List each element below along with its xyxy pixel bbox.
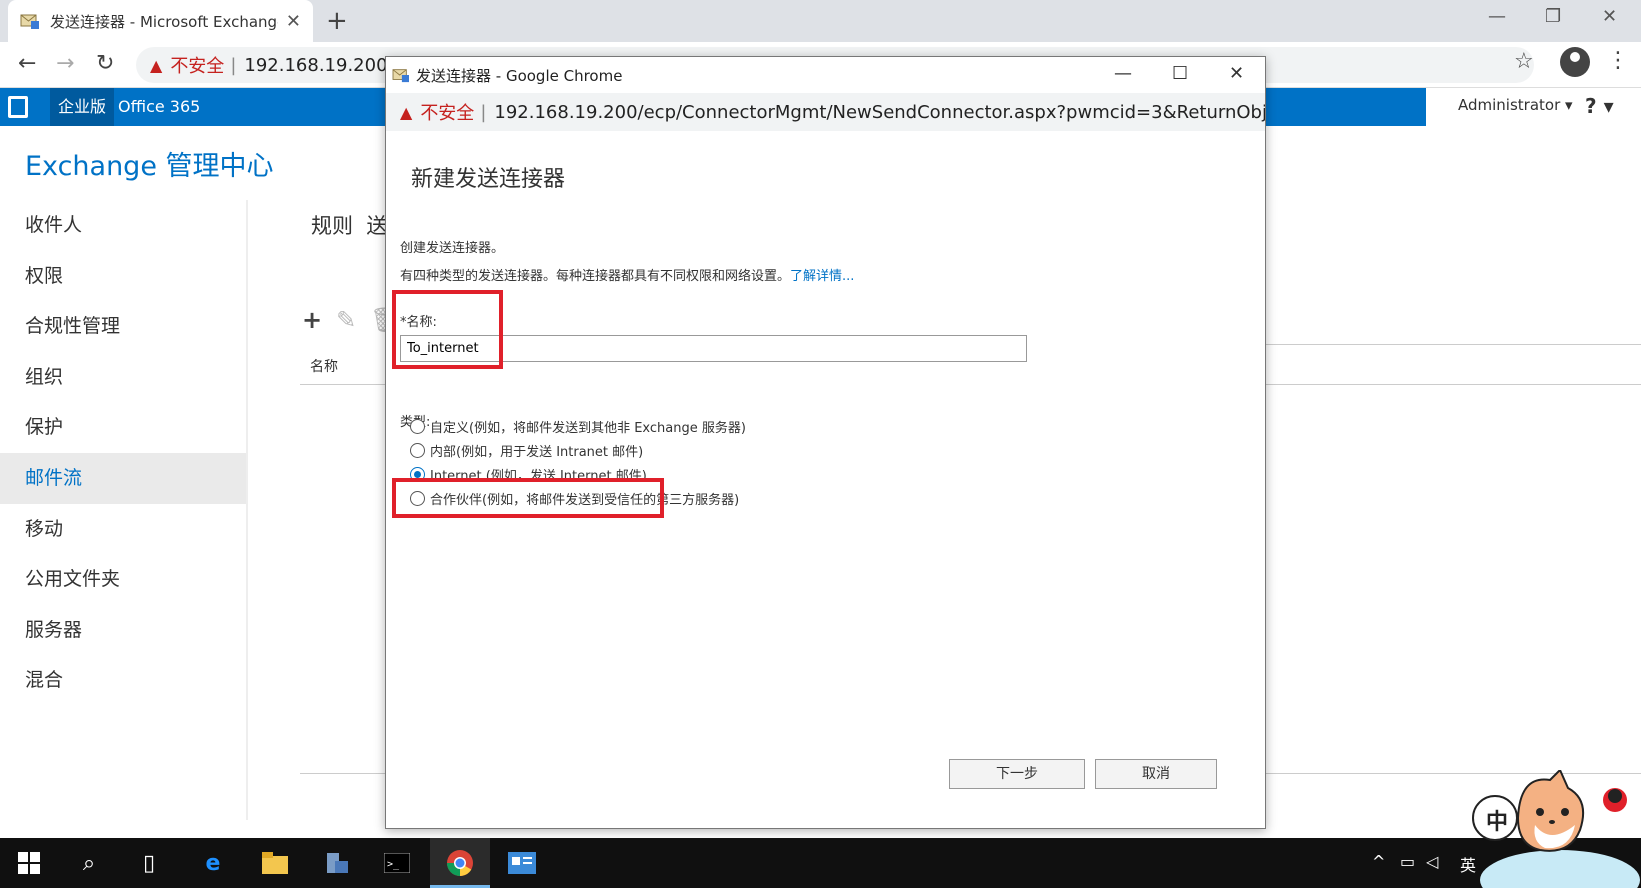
browser-tab-bar: 发送连接器 - Microsoft Exchange ✕ + — ❐ ✕ xyxy=(0,0,1641,42)
search-icon[interactable]: ⌕ xyxy=(72,846,106,880)
edit-icon[interactable]: ✎ xyxy=(336,306,356,334)
insecure-label: 不安全 xyxy=(170,56,225,77)
tray-expand-icon[interactable]: ^ xyxy=(1372,852,1385,871)
connector-type-option[interactable]: 自定义(例如，将邮件发送到其他非 Exchange 服务器) xyxy=(410,417,746,436)
divider xyxy=(300,773,385,774)
warning-icon: ▲ xyxy=(400,102,413,122)
nav-item[interactable]: 混合 xyxy=(0,655,246,706)
windows-start-icon[interactable] xyxy=(12,846,46,880)
exchange-favicon-icon xyxy=(20,12,40,30)
popup-maximize-icon[interactable]: ☐ xyxy=(1172,63,1188,84)
internet-explorer-icon[interactable]: e xyxy=(196,846,230,880)
reload-icon[interactable]: ↻ xyxy=(96,51,114,76)
add-icon[interactable]: + xyxy=(302,306,322,334)
office365-link[interactable]: Office 365 xyxy=(118,88,200,126)
popup-title-bar: 发送连接器 - Google Chrome — ☐ ✕ xyxy=(386,57,1265,93)
tab-close-icon[interactable]: ✕ xyxy=(286,11,301,32)
nav-item[interactable]: 服务器 xyxy=(0,605,246,656)
address-separator: | xyxy=(480,101,487,123)
popup-title-text: 发送连接器 - Google Chrome xyxy=(416,66,623,85)
radio-button[interactable] xyxy=(410,443,425,458)
popup-window: 发送连接器 - Google Chrome — ☐ ✕ ▲ 不安全 | 192.… xyxy=(385,56,1266,829)
url-text: 192.168.19.200/ xyxy=(244,54,394,76)
account-avatar-icon[interactable] xyxy=(1560,47,1590,77)
office-logo-icon xyxy=(8,96,28,118)
maximize-icon[interactable]: ❐ xyxy=(1545,6,1561,27)
radio-label: 内部(例如，用于发送 Intranet 邮件) xyxy=(430,445,644,460)
edition-tab[interactable]: 企业版 xyxy=(50,88,115,126)
new-tab-button[interactable]: + xyxy=(326,6,348,36)
tab-rules-label: 规则 xyxy=(311,214,353,238)
popup-url-text: 192.168.19.200/ecp/ConnectorMgmt/NewSend… xyxy=(494,101,1265,123)
exchange-favicon-icon xyxy=(392,67,410,83)
column-header-name[interactable]: 名称 xyxy=(310,356,338,376)
terminal-icon[interactable]: >_ xyxy=(380,846,414,880)
insecure-label: 不安全 xyxy=(420,103,475,124)
dialog-description: 创建发送连接器。 xyxy=(400,241,505,256)
taskbar: ⌕ ▯ e >_ ^ ▭ ◁ 英 20 xyxy=(0,838,1641,888)
left-nav: 收件人 权限 合规性管理 组织 保护 邮件流 移动 公用文件夹 服务器 混合 xyxy=(0,200,248,820)
volume-muted-icon[interactable]: ◁ xyxy=(1426,852,1438,871)
popup-close-icon[interactable]: ✕ xyxy=(1229,63,1244,84)
highlight-box-name xyxy=(392,290,503,369)
page-title: Exchange 管理中心 xyxy=(25,151,274,182)
control-panel-icon[interactable] xyxy=(505,846,539,880)
nav-item[interactable]: 收件人 xyxy=(0,200,246,251)
close-window-icon[interactable]: ✕ xyxy=(1602,6,1617,27)
file-explorer-icon[interactable] xyxy=(258,846,292,880)
network-icon[interactable]: ▭ xyxy=(1400,852,1415,871)
nav-item[interactable]: 邮件流 xyxy=(0,452,246,504)
tab-rules[interactable]: 规则 送 xyxy=(311,210,387,240)
divider xyxy=(1266,384,1641,385)
help-menu-icon[interactable]: ? ▾ xyxy=(1585,88,1614,124)
minimize-icon[interactable]: — xyxy=(1488,6,1506,27)
browser-tab[interactable]: 发送连接器 - Microsoft Exchange ✕ xyxy=(8,0,313,42)
nav-item[interactable]: 权限 xyxy=(0,251,246,302)
divider xyxy=(1266,344,1641,345)
nav-item[interactable]: 移动 xyxy=(0,504,246,555)
mascot-sticker: 中 xyxy=(1440,768,1640,888)
task-view-icon[interactable]: ▯ xyxy=(132,846,166,880)
dialog-heading: 新建发送连接器 xyxy=(411,167,566,192)
svg-text:>_: >_ xyxy=(387,859,400,870)
learn-more-link[interactable]: 了解详情... xyxy=(790,269,854,284)
connector-type-option[interactable]: 内部(例如，用于发送 Intranet 邮件) xyxy=(410,441,643,460)
menu-kebab-icon[interactable]: ⋮ xyxy=(1607,48,1629,73)
bookmark-star-icon[interactable]: ☆ xyxy=(1514,49,1534,74)
warning-icon: ▲ xyxy=(150,55,163,75)
popup-address-bar[interactable]: ▲ 不安全 | 192.168.19.200/ecp/ConnectorMgmt… xyxy=(386,93,1265,131)
tab-title: 发送连接器 - Microsoft Exchange xyxy=(50,12,278,31)
back-icon[interactable]: ← xyxy=(18,51,36,76)
nav-item[interactable]: 公用文件夹 xyxy=(0,554,246,605)
address-separator: | xyxy=(230,54,237,76)
radio-label: 自定义(例如，将邮件发送到其他非 Exchange 服务器) xyxy=(430,421,746,436)
server-manager-icon[interactable] xyxy=(320,846,354,880)
radio-button[interactable] xyxy=(410,419,425,434)
divider xyxy=(300,384,385,385)
cancel-button[interactable]: 取消 xyxy=(1095,759,1217,789)
nav-item[interactable]: 合规性管理 xyxy=(0,301,246,352)
ime-badge: 中 xyxy=(1486,810,1509,835)
chrome-icon[interactable] xyxy=(443,846,477,880)
popup-minimize-icon[interactable]: — xyxy=(1114,63,1132,84)
description-text: 有四种类型的发送连接器。每种连接器都具有不同权限和网络设置。 xyxy=(400,269,791,284)
forward-icon[interactable]: → xyxy=(56,51,74,76)
nav-item[interactable]: 组织 xyxy=(0,352,246,403)
nav-item[interactable]: 保护 xyxy=(0,402,246,453)
highlight-box-internet xyxy=(392,478,664,518)
dialog-description-types: 有四种类型的发送连接器。每种连接器都具有不同权限和网络设置。了解详情... xyxy=(400,265,854,284)
next-button[interactable]: 下一步 xyxy=(949,759,1085,789)
